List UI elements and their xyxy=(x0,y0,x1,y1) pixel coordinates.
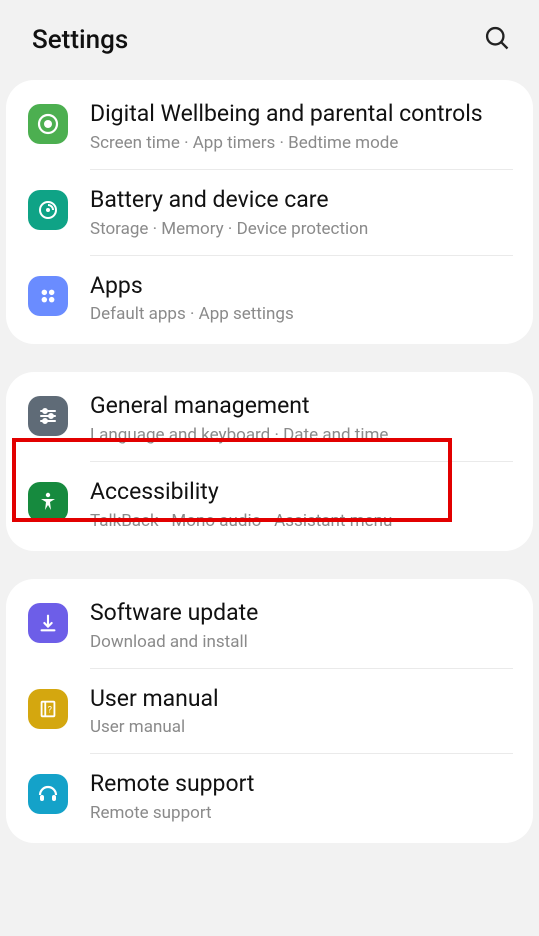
update-icon xyxy=(28,603,68,643)
header: Settings xyxy=(0,0,539,80)
settings-row-wellbeing[interactable]: Digital Wellbeing and parental controls … xyxy=(6,84,533,169)
general-icon xyxy=(28,396,68,436)
row-body: General management Language and keyboard… xyxy=(90,392,513,445)
apps-icon xyxy=(28,276,68,316)
row-body: Battery and device care Storage · Memory… xyxy=(90,186,513,239)
settings-row-device-care[interactable]: Battery and device care Storage · Memory… xyxy=(6,170,533,255)
row-subtitle: Remote support xyxy=(90,803,513,823)
settings-row-manual[interactable]: ? User manual User manual xyxy=(6,669,533,754)
row-subtitle: Default apps · App settings xyxy=(90,304,513,324)
svg-text:?: ? xyxy=(48,705,52,715)
row-body: Digital Wellbeing and parental controls … xyxy=(90,100,513,153)
row-subtitle: Storage · Memory · Device protection xyxy=(90,219,513,239)
row-body: Software update Download and install xyxy=(90,599,513,652)
row-subtitle: Language and keyboard · Date and time xyxy=(90,425,513,445)
row-body: Apps Default apps · App settings xyxy=(90,272,513,325)
row-subtitle: User manual xyxy=(90,717,513,737)
row-title: Battery and device care xyxy=(90,186,513,215)
row-body: Remote support Remote support xyxy=(90,770,513,823)
settings-row-accessibility[interactable]: Accessibility TalkBack · Mono audio · As… xyxy=(6,462,533,547)
row-subtitle: Screen time · App timers · Bedtime mode xyxy=(90,133,513,153)
row-title: User manual xyxy=(90,685,513,714)
settings-group: General management Language and keyboard… xyxy=(6,372,533,551)
row-body: Accessibility TalkBack · Mono audio · As… xyxy=(90,478,513,531)
settings-group: Software update Download and install ? U… xyxy=(6,579,533,843)
wellbeing-icon xyxy=(28,104,68,144)
remote-icon xyxy=(28,774,68,814)
device-care-icon xyxy=(28,190,68,230)
settings-row-update[interactable]: Software update Download and install xyxy=(6,583,533,668)
manual-icon: ? xyxy=(28,689,68,729)
row-body: User manual User manual xyxy=(90,685,513,738)
settings-row-general[interactable]: General management Language and keyboard… xyxy=(6,376,533,461)
row-subtitle: Download and install xyxy=(90,632,513,652)
settings-row-remote[interactable]: Remote support Remote support xyxy=(6,754,533,839)
search-icon xyxy=(483,24,511,52)
page-title: Settings xyxy=(32,25,128,55)
accessibility-icon xyxy=(28,482,68,522)
row-subtitle: TalkBack · Mono audio · Assistant menu xyxy=(90,511,513,531)
settings-row-apps[interactable]: Apps Default apps · App settings xyxy=(6,256,533,341)
row-title: Remote support xyxy=(90,770,513,799)
settings-group: Digital Wellbeing and parental controls … xyxy=(6,80,533,344)
row-title: Digital Wellbeing and parental controls xyxy=(90,100,513,129)
row-title: Software update xyxy=(90,599,513,628)
row-title: Accessibility xyxy=(90,478,513,507)
row-title: General management xyxy=(90,392,513,421)
search-button[interactable] xyxy=(483,24,511,56)
row-title: Apps xyxy=(90,272,513,301)
